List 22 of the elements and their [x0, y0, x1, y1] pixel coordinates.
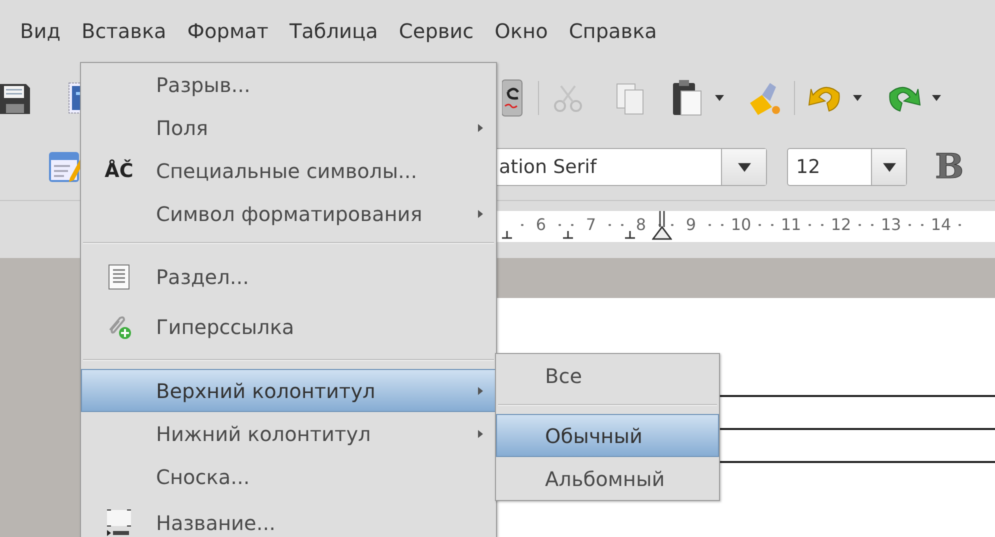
- menu-item[interactable]: Поля: [81, 106, 496, 149]
- menu-item[interactable]: Символ форматирования: [81, 192, 496, 235]
- menu-item[interactable]: Гиперссылка: [81, 302, 496, 352]
- menu-item[interactable]: Все: [496, 354, 719, 397]
- menu-item[interactable]: Нижний колонтитул: [81, 412, 496, 455]
- menu-title[interactable]: Справка: [562, 19, 663, 43]
- menu-item[interactable]: Название...: [81, 498, 496, 537]
- menu-title[interactable]: Сервис: [392, 19, 480, 43]
- menu-title[interactable]: Таблица: [283, 19, 384, 43]
- menu-title[interactable]: Вставка: [76, 19, 172, 43]
- menu-item[interactable]: Верхний колонтитул: [81, 369, 496, 412]
- bold-button[interactable]: B: [935, 150, 964, 184]
- menu-title[interactable]: Окно: [488, 19, 554, 43]
- menu-title[interactable]: Формат: [181, 19, 274, 43]
- menu-item[interactable]: Раздел...: [81, 252, 496, 302]
- special-characters-icon: ÅČ: [104, 160, 134, 182]
- menu-item[interactable]: Альбомный: [496, 457, 719, 500]
- menu-item[interactable]: Сноска...: [81, 455, 496, 498]
- menu-item[interactable]: Обычный: [496, 414, 719, 457]
- font-size-field[interactable]: 12: [787, 148, 907, 186]
- menu-title[interactable]: Вид: [14, 19, 67, 43]
- menu-item[interactable]: Разрыв...: [81, 63, 496, 106]
